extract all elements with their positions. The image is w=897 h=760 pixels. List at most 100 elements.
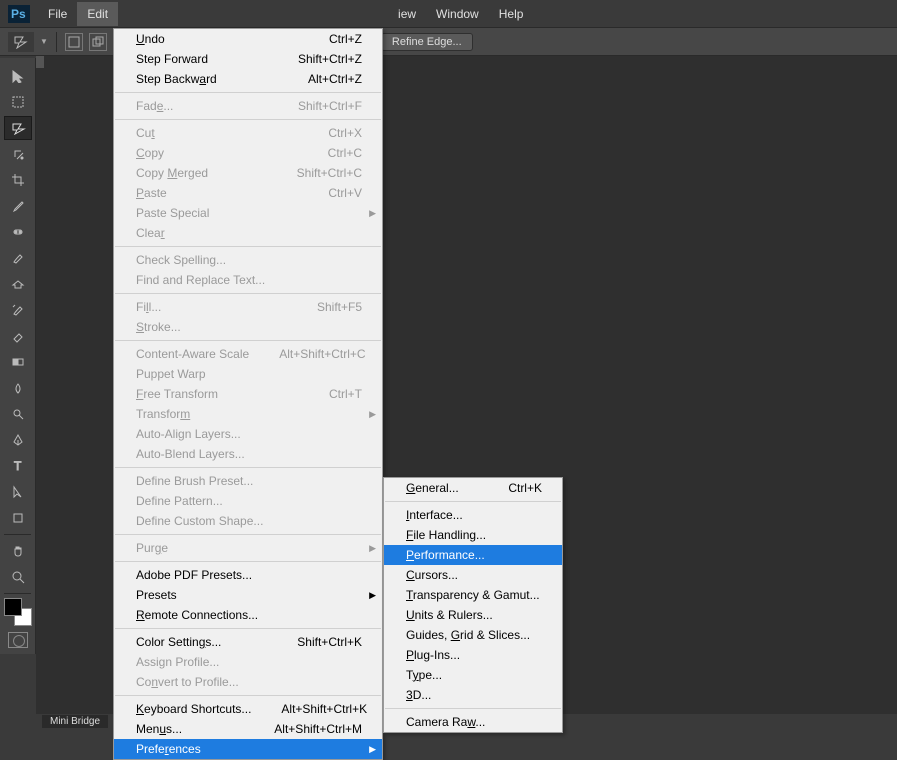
edit-menu-item-adobe-pdf-presets[interactable]: Adobe PDF Presets...	[114, 565, 382, 585]
edit-menu-item-step-backward[interactable]: Step Backward Alt+Ctrl+Z	[114, 69, 382, 89]
menu-help[interactable]: Help	[489, 2, 534, 26]
menu-item-shortcut: Alt+Ctrl+Z	[308, 72, 362, 86]
tool-type[interactable]: T	[4, 454, 32, 478]
foreground-color-swatch[interactable]	[4, 598, 22, 616]
pref-menu-item-performance[interactable]: Performance...	[384, 545, 562, 565]
menu-item-shortcut: Shift+Ctrl+K	[297, 635, 362, 649]
tool-gradient[interactable]	[4, 350, 32, 374]
menu-item-label: Undo	[136, 32, 165, 46]
tool-preset-picker[interactable]	[8, 32, 34, 52]
menu-edit[interactable]: Edit	[77, 2, 118, 26]
edit-menu-item-preferences[interactable]: Preferences▶	[114, 739, 382, 759]
submenu-arrow-icon: ▶	[369, 590, 376, 601]
menu-item-label: Define Pattern...	[136, 494, 223, 508]
menu-item-shortcut: Ctrl+X	[328, 126, 362, 140]
menu-item-label: Preferences	[136, 742, 201, 756]
edit-menu-item-separator	[115, 695, 381, 696]
pref-menu-item-units-rulers[interactable]: Units & Rulers...	[384, 605, 562, 625]
tool-quick-select[interactable]	[4, 142, 32, 166]
menu-item-shortcut: Ctrl+T	[329, 387, 362, 401]
new-selection-icon[interactable]	[65, 33, 83, 51]
tool-move[interactable]	[4, 64, 32, 88]
menu-item-label: Plug-Ins...	[406, 648, 460, 662]
menu-item-label: Auto-Align Layers...	[136, 427, 241, 441]
edit-menu-item-presets[interactable]: Presets▶	[114, 585, 382, 605]
pref-menu-item-type[interactable]: Type...	[384, 665, 562, 685]
tool-eraser[interactable]	[4, 324, 32, 348]
quick-mask-toggle[interactable]	[8, 632, 28, 648]
tool-lasso[interactable]	[4, 116, 32, 140]
tool-hand[interactable]	[4, 539, 32, 563]
pref-menu-item-plug-ins[interactable]: Plug-Ins...	[384, 645, 562, 665]
menu-item-shortcut: Alt+Shift+Ctrl+K	[281, 702, 367, 716]
panel-tab-hint[interactable]	[36, 56, 44, 68]
edit-menu-item-keyboard-shortcuts[interactable]: Keyboard Shortcuts... Alt+Shift+Ctrl+K	[114, 699, 382, 719]
edit-menu-item-fill: Fill...Shift+F5	[114, 297, 382, 317]
edit-menu-item-separator	[115, 340, 381, 341]
tool-crop[interactable]	[4, 168, 32, 192]
tool-brush[interactable]	[4, 246, 32, 270]
menu-item-label: Step Backward	[136, 72, 217, 86]
edit-menu-item-separator	[115, 92, 381, 93]
menu-file[interactable]: File	[38, 2, 77, 26]
tool-shape[interactable]	[4, 506, 32, 530]
edit-menu-item-auto-align-layers: Auto-Align Layers...	[114, 424, 382, 444]
pref-menu-item-cursors[interactable]: Cursors...	[384, 565, 562, 585]
submenu-arrow-icon: ▶	[369, 409, 376, 420]
submenu-arrow-icon: ▶	[369, 208, 376, 219]
edit-menu-item-free-transform: Free TransformCtrl+T	[114, 384, 382, 404]
tool-spot-heal[interactable]	[4, 220, 32, 244]
edit-menu-item-color-settings[interactable]: Color Settings... Shift+Ctrl+K	[114, 632, 382, 652]
menu-item-label: Guides, Grid & Slices...	[406, 628, 530, 642]
color-swatches[interactable]	[4, 598, 32, 626]
menu-item-shortcut: Alt+Shift+Ctrl+C	[279, 347, 365, 361]
tool-history-brush[interactable]	[4, 298, 32, 322]
pref-menu-item-guides-grid-slices[interactable]: Guides, Grid & Slices...	[384, 625, 562, 645]
add-selection-icon[interactable]	[89, 33, 107, 51]
tool-zoom[interactable]	[4, 565, 32, 589]
menu-item-shortcut: Ctrl+C	[328, 146, 362, 160]
menu-item-label: Cut	[136, 126, 155, 140]
edit-menu-item-define-custom-shape: Define Custom Shape...	[114, 511, 382, 531]
menu-item-label: Content-Aware Scale	[136, 347, 249, 361]
menu-window[interactable]: Window	[426, 2, 489, 26]
menu-item-label: Find and Replace Text...	[136, 273, 265, 287]
menu-item-label: Assign Profile...	[136, 655, 219, 669]
submenu-arrow-icon: ▶	[369, 543, 376, 554]
pref-menu-item-3d[interactable]: 3D...	[384, 685, 562, 705]
pref-menu-item-camera-raw[interactable]: Camera Raw...	[384, 712, 562, 732]
menu-item-label: Copy Merged	[136, 166, 208, 180]
menu-item-label: Keyboard Shortcuts...	[136, 702, 251, 716]
menu-item-shortcut: Shift+Ctrl+C	[297, 166, 362, 180]
edit-menu-item-convert-to-profile: Convert to Profile...	[114, 672, 382, 692]
pref-menu-item-transparency-gamut[interactable]: Transparency & Gamut...	[384, 585, 562, 605]
tool-clone-stamp[interactable]	[4, 272, 32, 296]
menu-item-shortcut: Shift+Ctrl+F	[298, 99, 362, 113]
edit-menu-item-assign-profile: Assign Profile...	[114, 652, 382, 672]
menu-item-label: Menus...	[136, 722, 182, 736]
edit-menu-item-remote-connections[interactable]: Remote Connections...	[114, 605, 382, 625]
menu-item-label: Transform	[136, 407, 190, 421]
menu-item-shortcut: Ctrl+V	[328, 186, 362, 200]
tool-dodge[interactable]	[4, 402, 32, 426]
edit-menu-item-step-forward[interactable]: Step ForwardShift+Ctrl+Z	[114, 49, 382, 69]
edit-menu-item-menus[interactable]: Menus...Alt+Shift+Ctrl+M	[114, 719, 382, 739]
pref-menu-item-interface[interactable]: Interface...	[384, 505, 562, 525]
menu-item-label: General...	[406, 481, 459, 495]
tool-pen[interactable]	[4, 428, 32, 452]
edit-menu-item-undo[interactable]: Undo Ctrl+Z	[114, 29, 382, 49]
pref-menu-item-general[interactable]: General...Ctrl+K	[384, 478, 562, 498]
tool-eyedropper[interactable]	[4, 194, 32, 218]
tool-path-select[interactable]	[4, 480, 32, 504]
mini-bridge-tab[interactable]: Mini Bridge	[42, 715, 108, 728]
pref-menu-item-file-handling[interactable]: File Handling...	[384, 525, 562, 545]
tool-marquee[interactable]	[4, 90, 32, 114]
menu-item-label: Paste Special	[136, 206, 209, 220]
menu-item-shortcut: Ctrl+Z	[329, 32, 362, 46]
menu-item-label: Fade...	[136, 99, 173, 113]
menu-view[interactable]: iew	[388, 2, 426, 26]
edit-menu-item-content-aware-scale: Content-Aware Scale Alt+Shift+Ctrl+C	[114, 344, 382, 364]
refine-edge-button[interactable]: Refine Edge...	[381, 33, 473, 51]
menu-item-label: Color Settings...	[136, 635, 221, 649]
tool-blur[interactable]	[4, 376, 32, 400]
